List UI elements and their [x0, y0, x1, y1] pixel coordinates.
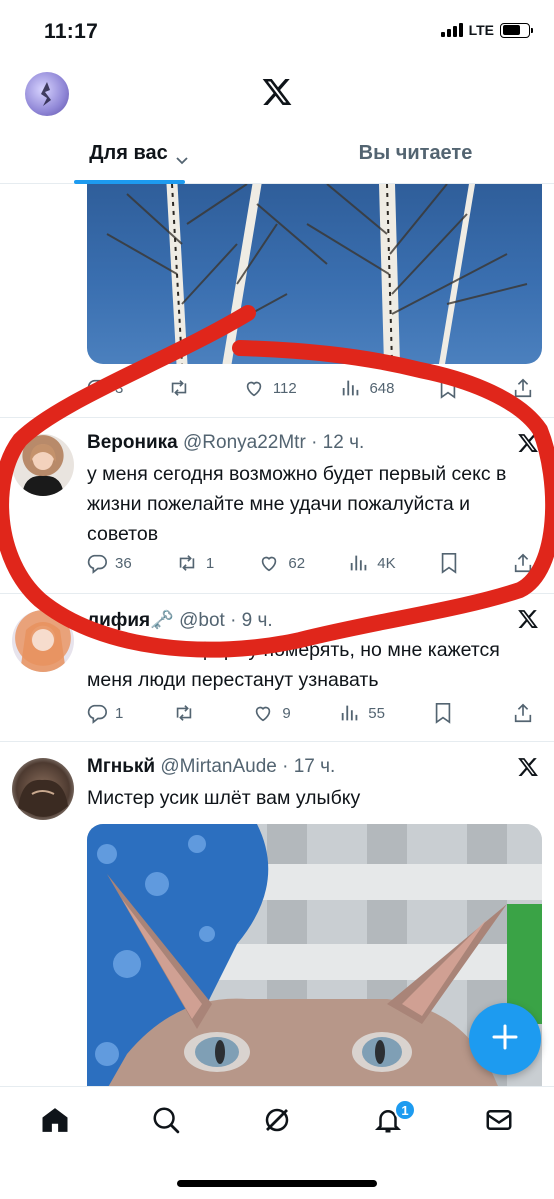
- tweet-text: форму померять, но мне кажется меня люди…: [87, 639, 500, 691]
- tweet-actions: 3 112 648: [86, 375, 542, 401]
- tweet-header: Мгнькй @MirtanAude · 17 ч.: [87, 756, 335, 778]
- share-icon: [512, 552, 534, 574]
- chevron-down-icon: [176, 148, 188, 171]
- heart-icon: [251, 702, 275, 724]
- reply-icon: [86, 377, 108, 399]
- reply-count: 36: [115, 554, 132, 572]
- bookmark-button[interactable]: [433, 702, 463, 724]
- home-indicator: [177, 1180, 377, 1187]
- x-logo-icon[interactable]: [260, 76, 294, 113]
- tweet[interactable]: лифия🗝️ @bot · 9 ч. форму померять, но м…: [0, 594, 554, 742]
- views-icon: [340, 377, 362, 399]
- tweet-time: · 12 ч.: [311, 432, 365, 453]
- user-avatar[interactable]: [12, 610, 74, 672]
- views-count: 4K: [377, 554, 396, 572]
- like-count: 112: [272, 379, 297, 397]
- home-icon[interactable]: [40, 1105, 70, 1135]
- search-icon[interactable]: [151, 1105, 181, 1135]
- reply-count: 1: [115, 704, 124, 722]
- reply-count: 3: [115, 379, 124, 397]
- tweet-time: · 9 ч.: [230, 610, 273, 631]
- tweet-image[interactable]: [87, 184, 542, 364]
- tweet-header: лифия🗝️ @bot · 9 ч.: [87, 608, 273, 632]
- user-avatar[interactable]: [12, 758, 74, 820]
- profile-avatar[interactable]: [25, 72, 69, 116]
- status-bar: 11:17 LTE: [0, 0, 554, 62]
- like-button[interactable]: 112: [242, 377, 297, 399]
- grok-x-icon[interactable]: [516, 608, 540, 635]
- signal-icon: [440, 23, 463, 37]
- tweet-text: Мистер усик шлёт вам улыбку: [87, 787, 361, 809]
- views-icon: [348, 552, 370, 574]
- share-button[interactable]: [512, 702, 542, 724]
- tab-following[interactable]: Вы читаете: [277, 132, 554, 184]
- share-icon: [512, 702, 534, 724]
- bookmark-icon: [439, 552, 459, 574]
- reply-button[interactable]: 1: [86, 702, 123, 724]
- like-count: 62: [288, 554, 306, 572]
- status-icons: LTE: [440, 22, 533, 38]
- repost-icon: [167, 377, 191, 399]
- reply-button[interactable]: 3: [86, 377, 123, 399]
- tab-label: Для вас: [89, 142, 168, 164]
- grok-x-icon[interactable]: [516, 432, 540, 459]
- grok-x-icon[interactable]: [516, 756, 540, 783]
- tweet-actions: 36 1 62 4K: [86, 550, 542, 576]
- heart-icon: [257, 552, 281, 574]
- heart-icon: [242, 377, 266, 399]
- user-handle[interactable]: @MirtanAude: [160, 756, 276, 777]
- timeline-feed[interactable]: 3 112 648 Вероника @Ronya22Mtr · 12 ч. у…: [0, 184, 554, 1086]
- network-label: LTE: [468, 22, 494, 38]
- repost-button[interactable]: [172, 702, 203, 724]
- user-avatar[interactable]: [12, 434, 74, 496]
- display-name[interactable]: лифия🗝️: [87, 610, 174, 631]
- share-button[interactable]: [512, 552, 542, 574]
- battery-icon: [500, 22, 533, 38]
- views-button[interactable]: 648: [340, 377, 395, 399]
- views-button[interactable]: 55: [339, 702, 385, 724]
- reply-button[interactable]: 36: [86, 552, 132, 574]
- tweet-time: · 17 ч.: [282, 756, 336, 777]
- share-button[interactable]: [512, 377, 542, 399]
- share-icon: [512, 377, 534, 399]
- repost-button[interactable]: [167, 377, 198, 399]
- timeline-tabs: Для вас Вы читаете: [0, 132, 554, 184]
- compose-button[interactable]: [469, 1003, 541, 1075]
- like-count: 9: [282, 704, 291, 722]
- user-handle[interactable]: @bot: [179, 610, 225, 631]
- user-handle[interactable]: @Ronya22Mtr: [183, 432, 306, 453]
- bookmark-icon: [433, 702, 453, 724]
- reply-icon: [86, 552, 108, 574]
- views-icon: [339, 702, 361, 724]
- like-button[interactable]: 62: [257, 552, 305, 574]
- tab-label: Вы читаете: [358, 142, 473, 164]
- top-header: Для вас Вы читаете: [0, 62, 554, 184]
- tweet-header: Вероника @Ronya22Mtr · 12 ч.: [87, 432, 364, 454]
- repost-button[interactable]: 1: [175, 552, 214, 574]
- repost-count: 1: [205, 554, 215, 572]
- tab-for-you[interactable]: Для вас: [0, 132, 277, 184]
- notifications-badge: 1: [394, 1099, 416, 1121]
- bookmark-button[interactable]: [439, 552, 469, 574]
- tweet[interactable]: 3 112 648: [0, 184, 554, 418]
- mail-icon[interactable]: [484, 1105, 514, 1135]
- plus-icon: [492, 1024, 518, 1055]
- display-name[interactable]: Вероника: [87, 432, 178, 453]
- repost-icon: [175, 552, 199, 574]
- like-button[interactable]: 9: [251, 702, 291, 724]
- views-button[interactable]: 4K: [348, 552, 396, 574]
- views-count: 648: [369, 379, 395, 397]
- tweet-actions: 1 9 55: [86, 700, 542, 726]
- reply-icon: [86, 702, 108, 724]
- tweet[interactable]: Вероника @Ronya22Mtr · 12 ч. у меня сего…: [0, 418, 554, 594]
- bookmark-icon: [438, 377, 458, 399]
- repost-icon: [172, 702, 196, 724]
- bookmark-button[interactable]: [438, 377, 468, 399]
- display-name[interactable]: Мгнькй: [87, 756, 155, 777]
- views-count: 55: [368, 704, 385, 722]
- grok-icon[interactable]: [262, 1105, 292, 1135]
- tweet-text: у меня сегодня возможно будет первый сек…: [87, 463, 507, 545]
- status-time: 11:17: [44, 20, 99, 43]
